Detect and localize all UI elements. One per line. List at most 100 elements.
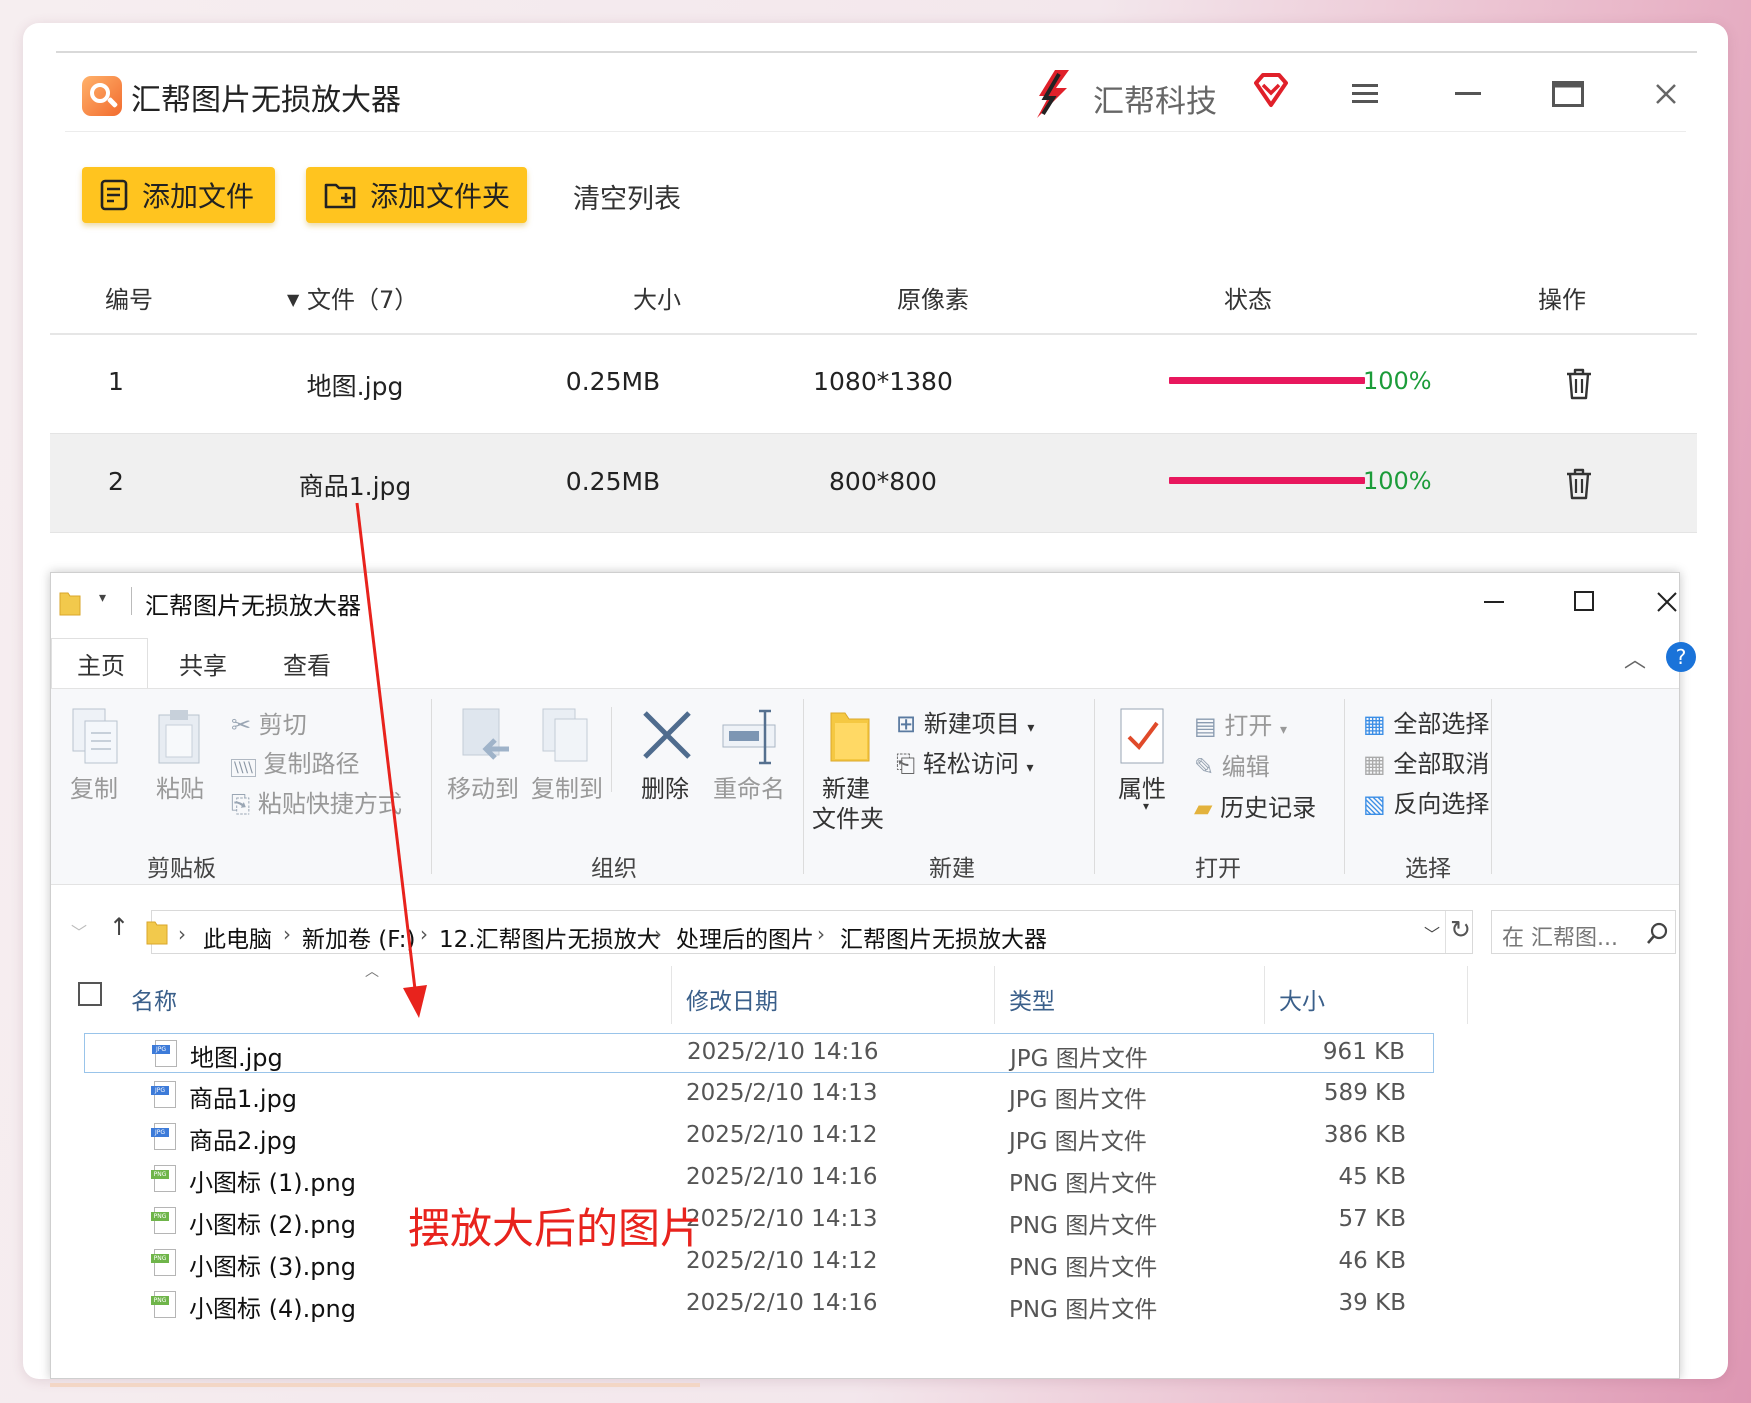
tab-view[interactable]: 查看	[283, 646, 331, 681]
paste-shortcut-button[interactable]: ⎘ 粘贴快捷方式	[231, 784, 402, 819]
col-header-file[interactable]: ▼ 文件（7）	[287, 280, 418, 315]
group-separator	[1344, 699, 1345, 874]
search-box[interactable]: 在 汇帮图...	[1491, 910, 1676, 954]
cut-button[interactable]: ✂ 剪切	[231, 705, 307, 740]
easy-access-icon: ⎗	[896, 750, 916, 778]
file-row[interactable]: JPG 地图.jpg 2025/2/10 14:16 JPG 图片文件 961 …	[84, 1033, 1434, 1073]
app-logo-icon	[82, 76, 122, 116]
progress-bar	[1169, 377, 1365, 384]
rename-icon	[722, 709, 776, 765]
col-header-pixels: 原像素	[897, 286, 969, 314]
add-folder-button[interactable]: 添加文件夹	[306, 167, 527, 223]
file-row[interactable]: PNG 小图标 (4).png 2025/2/10 14:16 PNG 图片文件…	[84, 1285, 1434, 1325]
breadcrumb-item[interactable]: 新加卷 (F:)	[302, 920, 415, 954]
column-name[interactable]: 名称	[131, 982, 177, 1016]
collapse-ribbon-icon[interactable]: ︿	[1624, 642, 1646, 674]
history-button[interactable]: ▰ 历史记录	[1194, 788, 1316, 823]
breadcrumb-item[interactable]: 12.汇帮图片无损放大	[439, 920, 660, 954]
add-file-button[interactable]: 添加文件	[82, 167, 275, 223]
file-row[interactable]: PNG 小图标 (2).png 2025/2/10 14:13 PNG 图片文件…	[84, 1201, 1434, 1241]
column-separator[interactable]	[1467, 966, 1468, 1024]
column-date[interactable]: 修改日期	[686, 982, 778, 1016]
explorer-minimize-button[interactable]	[1464, 583, 1524, 623]
invert-selection-button[interactable]: ▧ 反向选择	[1363, 784, 1489, 819]
column-separator[interactable]	[671, 966, 672, 1024]
app-window: 汇帮图片无损放大器 汇帮科技 添加文件 添加文件夹 清空列表 编号 ▼ 文件（7…	[23, 23, 1728, 1379]
select-all-button[interactable]: ▦ 全部选择	[1363, 704, 1489, 739]
title-separator	[131, 587, 132, 615]
paste-shortcut-icon: ⎘	[231, 790, 251, 818]
close-button[interactable]	[1639, 67, 1693, 121]
ribbon-tabs: 主页 共享 查看 ︿ ?	[51, 638, 1696, 690]
minimize-icon	[1455, 92, 1481, 95]
add-file-label: 添加文件	[142, 180, 255, 213]
column-separator[interactable]	[1264, 966, 1265, 1024]
table-row[interactable]: 1 地图.jpg 0.25MB 1080*1380 100%	[50, 335, 1697, 434]
explorer-maximize-button[interactable]	[1554, 583, 1614, 623]
breadcrumb-item[interactable]: 处理后的图片	[676, 920, 814, 954]
breadcrumb-item[interactable]: 汇帮图片无损放大器	[840, 920, 1047, 954]
copy-path-label: 复制路径	[263, 750, 360, 778]
tab-home[interactable]: 主页	[77, 646, 125, 681]
forward-icon[interactable]: ﹀	[71, 919, 87, 943]
file-row[interactable]: PNG 小图标 (1).png 2025/2/10 14:16 PNG 图片文件…	[84, 1159, 1434, 1199]
breadcrumb-item[interactable]: 此电脑	[203, 920, 272, 954]
file-row[interactable]: JPG 商品1.jpg 2025/2/10 14:13 JPG 图片文件 589…	[84, 1075, 1434, 1115]
column-size[interactable]: 大小	[1279, 982, 1325, 1016]
edit-pencil-icon: ✎	[1194, 753, 1215, 781]
new-item-button[interactable]: ⊞ 新建项目 ▾	[896, 704, 1034, 739]
delete-trash-icon[interactable]	[1565, 468, 1593, 500]
refresh-icon[interactable]: ↻	[1450, 915, 1471, 944]
address-bar[interactable]: › 此电脑 › 新加卷 (F:) › 12.汇帮图片无损放大 › 处理后的图片 …	[146, 910, 1473, 954]
file-name: 商品2.jpg	[189, 1127, 298, 1155]
up-arrow-icon[interactable]: ↑	[109, 913, 129, 941]
dropdown-arrow-icon[interactable]: ▾	[1143, 799, 1149, 813]
close-icon	[1656, 84, 1676, 104]
file-name: 地图.jpg	[190, 1044, 283, 1072]
column-type[interactable]: 类型	[1009, 982, 1055, 1016]
file-date: 2025/2/10 14:12	[686, 1122, 878, 1148]
new-folder-line2[interactable]: 文件夹	[812, 799, 884, 834]
file-date: 2025/2/10 14:12	[686, 1248, 878, 1274]
explorer-close-button[interactable]	[1644, 583, 1704, 623]
file-name: 小图标 (1).png	[189, 1169, 356, 1197]
open-icon: ▤	[1194, 712, 1217, 740]
delete-button[interactable]: 删除	[641, 769, 689, 804]
add-folder-label: 添加文件夹	[370, 180, 511, 213]
address-history-dropdown-icon[interactable]: ﹀	[1424, 921, 1440, 945]
edit-button[interactable]: ✎ 编辑	[1194, 747, 1270, 782]
delete-trash-icon[interactable]	[1565, 368, 1593, 400]
vip-diamond-icon[interactable]	[1251, 71, 1291, 111]
cut-label: 剪切	[258, 711, 307, 739]
group-label-clipboard: 剪贴板	[147, 856, 216, 882]
row-size: 0.25MB	[565, 467, 661, 496]
properties-button[interactable]: 属性	[1118, 769, 1166, 804]
column-separator[interactable]	[994, 966, 995, 1024]
file-row[interactable]: JPG 商品2.jpg 2025/2/10 14:12 JPG 图片文件 386…	[84, 1117, 1434, 1157]
quick-access-dropdown-icon[interactable]: ▾	[99, 590, 106, 606]
open-button[interactable]: ▤ 打开 ▾	[1194, 706, 1287, 741]
clear-list-button[interactable]: 清空列表	[573, 177, 681, 216]
menu-button[interactable]	[1338, 67, 1392, 121]
file-size: 589 KB	[1323, 1080, 1406, 1106]
easy-access-button[interactable]: ⎗ 轻松访问 ▾	[896, 744, 1034, 779]
select-all-checkbox[interactable]	[78, 982, 102, 1006]
copy-button[interactable]: 复制	[70, 769, 118, 804]
file-row[interactable]: PNG 小图标 (3).png 2025/2/10 14:12 PNG 图片文件…	[84, 1243, 1434, 1283]
png-file-icon: PNG	[151, 1291, 176, 1318]
copy-path-button[interactable]: \\\\ 复制路径	[231, 744, 360, 779]
help-icon[interactable]: ?	[1666, 642, 1696, 672]
select-none-button[interactable]: ▦ 全部取消	[1363, 744, 1489, 779]
group-separator	[611, 707, 612, 792]
maximize-button[interactable]	[1541, 67, 1595, 121]
tab-share[interactable]: 共享	[179, 646, 227, 681]
minimize-button[interactable]	[1441, 67, 1495, 121]
rename-button[interactable]: 重命名	[713, 769, 785, 804]
paste-button[interactable]: 粘贴	[156, 769, 204, 804]
copy-to-button[interactable]: 复制到	[531, 769, 603, 804]
maximize-icon	[1552, 81, 1584, 107]
row-file-name: 商品1.jpg	[298, 472, 412, 501]
move-to-button[interactable]: 移动到	[447, 769, 519, 804]
file-size: 57 KB	[1338, 1206, 1406, 1232]
table-row[interactable]: 2 商品1.jpg 0.25MB 800*800 100%	[50, 434, 1697, 533]
